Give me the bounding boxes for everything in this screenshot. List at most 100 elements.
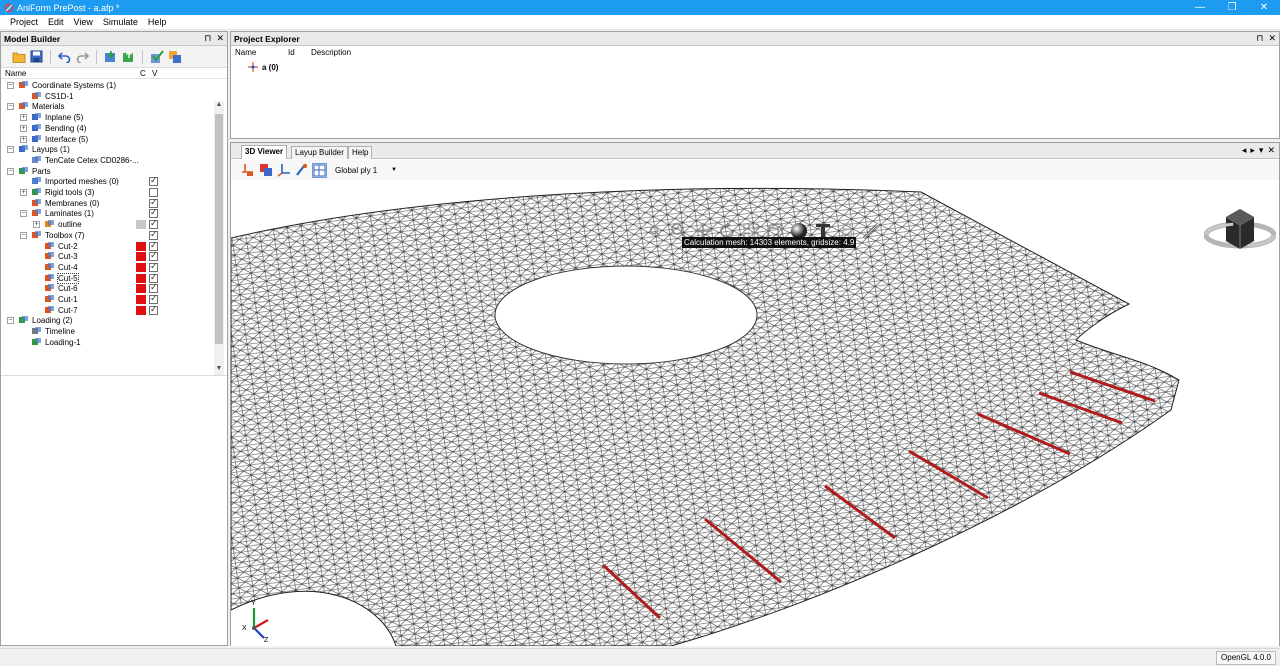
visibility-checkbox[interactable]: [149, 282, 158, 294]
scroll-down-icon[interactable]: ▼: [214, 365, 224, 375]
menu-view[interactable]: View: [69, 17, 98, 27]
tab-scroll-left-icon[interactable]: ◂: [1242, 145, 1247, 156]
close-icon[interactable]: ✕: [1268, 33, 1276, 44]
tree-item[interactable]: Imported meshes (0): [1, 175, 214, 187]
column-name[interactable]: Name: [235, 48, 256, 57]
tree-item[interactable]: + Rigid tools (3): [1, 187, 214, 198]
view-cube-icon[interactable]: [1204, 199, 1276, 259]
tree-item[interactable]: Cut-1: [1, 293, 214, 305]
visibility-checkbox[interactable]: [149, 175, 158, 187]
check-model-icon[interactable]: [149, 49, 164, 64]
tree-item[interactable]: − Loading (2): [1, 315, 214, 326]
run-simulation-icon[interactable]: [167, 49, 182, 64]
expand-icon[interactable]: +: [20, 189, 27, 196]
tree-item[interactable]: + Bending (4): [1, 123, 214, 134]
select-tool-icon[interactable]: [240, 163, 255, 178]
menu-simulate[interactable]: Simulate: [98, 17, 143, 27]
color-swatch[interactable]: [136, 252, 146, 262]
scroll-up-icon[interactable]: ▲: [214, 101, 224, 111]
menu-edit[interactable]: Edit: [43, 17, 69, 27]
column-id[interactable]: Id: [288, 48, 295, 57]
tree-item[interactable]: − Layups (1): [1, 144, 214, 155]
close-button[interactable]: ✕: [1248, 0, 1280, 15]
restore-button[interactable]: ❐: [1216, 0, 1248, 15]
tab-scroll-right-icon[interactable]: ▸: [1250, 145, 1255, 156]
save-icon[interactable]: [29, 49, 44, 64]
expand-icon[interactable]: +: [20, 124, 27, 132]
visibility-checkbox[interactable]: [149, 229, 158, 240]
collapse-icon[interactable]: −: [20, 231, 27, 239]
ply-select[interactable]: Global ply 1 ▼: [333, 163, 399, 177]
mesh-canvas[interactable]: [231, 180, 1279, 646]
undo-icon[interactable]: [57, 49, 72, 64]
visibility-checkbox[interactable]: [149, 272, 158, 283]
visibility-checkbox[interactable]: [149, 304, 158, 315]
tree-item[interactable]: + Interface (5): [1, 134, 214, 145]
tree-item[interactable]: Cut-2: [1, 240, 214, 252]
collapse-icon[interactable]: −: [7, 146, 14, 154]
scrollbar-thumb[interactable]: [215, 114, 223, 344]
laminate-mesh[interactable]: [231, 187, 1180, 646]
close-icon[interactable]: ✕: [216, 33, 224, 44]
visibility-checkbox[interactable]: [149, 250, 158, 262]
tree-item[interactable]: Cut-4: [1, 261, 214, 273]
pick-tool-icon[interactable]: [294, 163, 309, 178]
expand-icon[interactable]: +: [20, 135, 27, 143]
visibility-checkbox[interactable]: [149, 261, 158, 272]
tab-3d-viewer[interactable]: 3D Viewer: [241, 145, 288, 159]
color-swatch[interactable]: [136, 284, 146, 294]
measure-icon[interactable]: [861, 221, 881, 241]
tree-item[interactable]: − Materials: [1, 101, 214, 112]
color-swatch[interactable]: [136, 241, 146, 251]
column-description[interactable]: Description: [311, 48, 351, 57]
collapse-icon[interactable]: −: [7, 103, 14, 111]
axis-tool-icon[interactable]: [276, 163, 291, 178]
project-row[interactable]: a (0): [248, 61, 278, 73]
zoom-small-icon[interactable]: [645, 221, 665, 241]
tree-item[interactable]: − Laminates (1): [1, 207, 214, 219]
column-c[interactable]: C: [140, 69, 146, 78]
tab-list-icon[interactable]: ▾: [1259, 145, 1264, 156]
tree-item[interactable]: + Inplane (5): [1, 112, 214, 123]
open-folder-icon[interactable]: [11, 49, 26, 64]
tree-item[interactable]: Cut-5: [1, 272, 214, 284]
expand-icon[interactable]: +: [33, 221, 40, 229]
visibility-checkbox[interactable]: [149, 197, 158, 208]
color-swatch[interactable]: [136, 305, 146, 315]
visibility-checkbox[interactable]: [149, 218, 158, 230]
tree-item[interactable]: − Parts: [1, 166, 214, 177]
collapse-icon[interactable]: −: [20, 210, 27, 218]
visibility-checkbox[interactable]: [149, 188, 158, 197]
tree-item[interactable]: Timeline: [1, 326, 214, 337]
visibility-checkbox[interactable]: [149, 293, 158, 304]
3d-viewport[interactable]: Calculation mesh: 14303 elements, gridsi…: [231, 180, 1279, 646]
tree-item[interactable]: Cut-6: [1, 282, 214, 294]
tree-scrollbar[interactable]: ▲ ▼: [214, 101, 224, 375]
tab-help[interactable]: Help: [348, 146, 373, 159]
collapse-icon[interactable]: −: [7, 167, 14, 175]
tree-item[interactable]: − Toolbox (7): [1, 229, 214, 241]
export-icon[interactable]: [121, 49, 136, 64]
tab-close-icon[interactable]: ✕: [1267, 145, 1275, 156]
color-swatch[interactable]: [136, 220, 146, 230]
color-swatch[interactable]: [136, 262, 146, 272]
tree-item[interactable]: Cut-3: [1, 250, 214, 262]
visibility-checkbox[interactable]: [149, 240, 158, 251]
tree-item[interactable]: Cut-7: [1, 304, 214, 316]
tab-layup-builder[interactable]: Layup Builder: [291, 146, 348, 159]
menu-project[interactable]: Project: [0, 17, 43, 27]
layer-tool-icon[interactable]: [258, 163, 273, 178]
visibility-checkbox[interactable]: [149, 207, 158, 219]
tree-item[interactable]: Loading-1: [1, 337, 214, 348]
column-name[interactable]: Name: [5, 69, 26, 78]
tree-item[interactable]: Membranes (0): [1, 197, 214, 209]
color-swatch[interactable]: [136, 273, 146, 283]
pin-icon[interactable]: ⊓: [204, 33, 211, 44]
collapse-icon[interactable]: −: [7, 317, 14, 325]
import-icon[interactable]: [103, 49, 118, 64]
tree-item[interactable]: − Coordinate Systems (1): [1, 80, 214, 91]
tree-item[interactable]: TenCate Cetex CD0286-...: [1, 155, 214, 166]
minimize-button[interactable]: —: [1184, 0, 1216, 15]
pin-icon[interactable]: ⊓: [1256, 33, 1263, 44]
redo-icon[interactable]: [75, 49, 90, 64]
